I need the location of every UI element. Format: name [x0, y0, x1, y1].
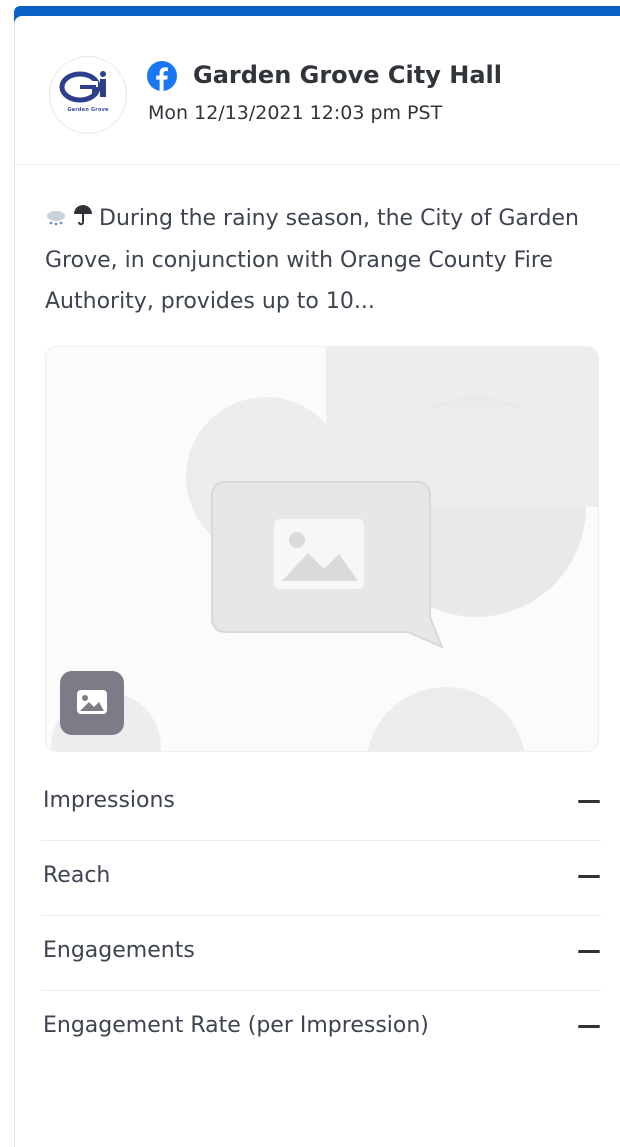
metric-row-engagements: Engagements — — [41, 916, 601, 991]
metric-label: Engagement Rate (per Impression) — [43, 1013, 429, 1038]
rain-cloud-icon — [45, 199, 67, 240]
metric-value: — — [577, 1011, 601, 1039]
metric-label: Impressions — [43, 788, 175, 813]
metric-label: Engagements — [43, 938, 195, 963]
image-icon — [77, 690, 107, 714]
facebook-icon — [147, 61, 177, 91]
image-placeholder-icon — [274, 519, 364, 589]
post-text-body: During the rainy season, the City of Gar… — [45, 206, 580, 314]
umbrella-icon — [73, 199, 93, 240]
avatar-caption: Garden Grove — [67, 107, 109, 113]
metric-value: — — [577, 786, 601, 814]
metric-value: — — [577, 861, 601, 889]
metric-row-impressions: Impressions — — [41, 766, 601, 841]
metric-label: Reach — [43, 863, 111, 888]
post-header: Garden Grove Garden Grove City Hall Mon … — [15, 16, 620, 165]
metric-row-reach: Reach — — [41, 841, 601, 916]
media-placeholder-graphic — [51, 347, 598, 751]
garden-grove-logo-icon — [59, 71, 106, 103]
avatar[interactable]: Garden Grove — [49, 56, 127, 134]
post-timestamp: Mon 12/13/2021 12:03 pm PST — [148, 102, 443, 124]
post-text: During the rainy season, the City of Gar… — [45, 198, 595, 322]
metrics-list: Impressions — Reach — Engagements — Enga… — [41, 766, 601, 1065]
metric-value: — — [577, 936, 601, 964]
metric-row-engagement-rate: Engagement Rate (per Impression) — — [41, 991, 601, 1065]
page-name[interactable]: Garden Grove City Hall — [193, 61, 502, 89]
post-card[interactable]: Garden Grove Garden Grove City Hall Mon … — [14, 16, 620, 1147]
media-type-badge[interactable] — [60, 671, 124, 735]
post-media[interactable] — [45, 346, 599, 752]
